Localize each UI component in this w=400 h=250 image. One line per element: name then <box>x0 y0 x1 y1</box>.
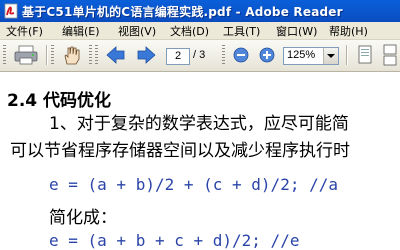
toolbar-grip[interactable] <box>3 45 6 65</box>
title-bar: 基于C51单片机的C语言编程实践.pdf - Adobe Reader <box>0 0 400 22</box>
page-count: / 3 <box>193 49 206 61</box>
section-heading: 2.4 代码优化 <box>7 91 112 111</box>
toolbar-grip[interactable] <box>51 45 54 65</box>
menu-edit[interactable]: 编辑(E) <box>62 23 100 39</box>
chevron-down-icon[interactable] <box>323 48 338 64</box>
print-icon[interactable] <box>12 44 40 66</box>
zoom-in-icon[interactable] <box>257 44 277 66</box>
menu-view[interactable]: 视图(V) <box>118 23 156 39</box>
toolbar-separator <box>346 45 347 65</box>
toolbar-grip[interactable] <box>222 45 225 65</box>
previous-page-icon[interactable] <box>104 44 128 66</box>
continuous-icon[interactable] <box>381 44 400 66</box>
code-line: e = (a + b + c + d)/2; //e <box>49 231 300 250</box>
menu-bar: 文件(F) 编辑(E) 视图(V) 文档(D) 工具(T) 窗口(W) 帮助(H… <box>0 22 400 40</box>
menu-help[interactable]: 帮助(H) <box>329 23 368 39</box>
paragraph-line: 简化成： <box>49 208 117 228</box>
window-title: 基于C51单片机的C语言编程实践.pdf - Adobe Reader <box>22 5 343 19</box>
paragraph-line: 可以节省程序存储器空间以及减少程序执行时 <box>10 141 350 161</box>
document-page: 2.4 代码优化 1、对于复杂的数学表达式，应尽可能简 可以节省程序存储器空间以… <box>0 72 400 250</box>
adobe-reader-pdf-icon <box>4 3 18 19</box>
menu-document[interactable]: 文档(D) <box>170 23 209 39</box>
paragraph-line: 1、对于复杂的数学表达式，应尽可能简 <box>49 114 349 134</box>
single-page-icon[interactable] <box>355 44 375 66</box>
menu-tools[interactable]: 工具(T) <box>223 23 260 39</box>
menu-file[interactable]: 文件(F) <box>6 23 43 39</box>
zoom-value: 125% <box>287 49 316 61</box>
page-number-input[interactable]: 2 <box>166 48 190 65</box>
zoom-select[interactable]: 125% <box>283 47 339 65</box>
next-page-icon[interactable] <box>134 44 158 66</box>
toolbar-grip[interactable] <box>89 45 92 65</box>
code-line: e = (a + b)/2 + (c + d)/2; //a <box>49 175 338 194</box>
hand-tool-icon[interactable] <box>60 44 82 66</box>
menu-window[interactable]: 窗口(W) <box>276 23 317 39</box>
toolbar: 2 / 3 125% <box>0 40 400 72</box>
zoom-out-icon[interactable] <box>231 44 251 66</box>
toolbar-separator <box>46 45 47 65</box>
toolbar-grip[interactable] <box>95 45 98 65</box>
